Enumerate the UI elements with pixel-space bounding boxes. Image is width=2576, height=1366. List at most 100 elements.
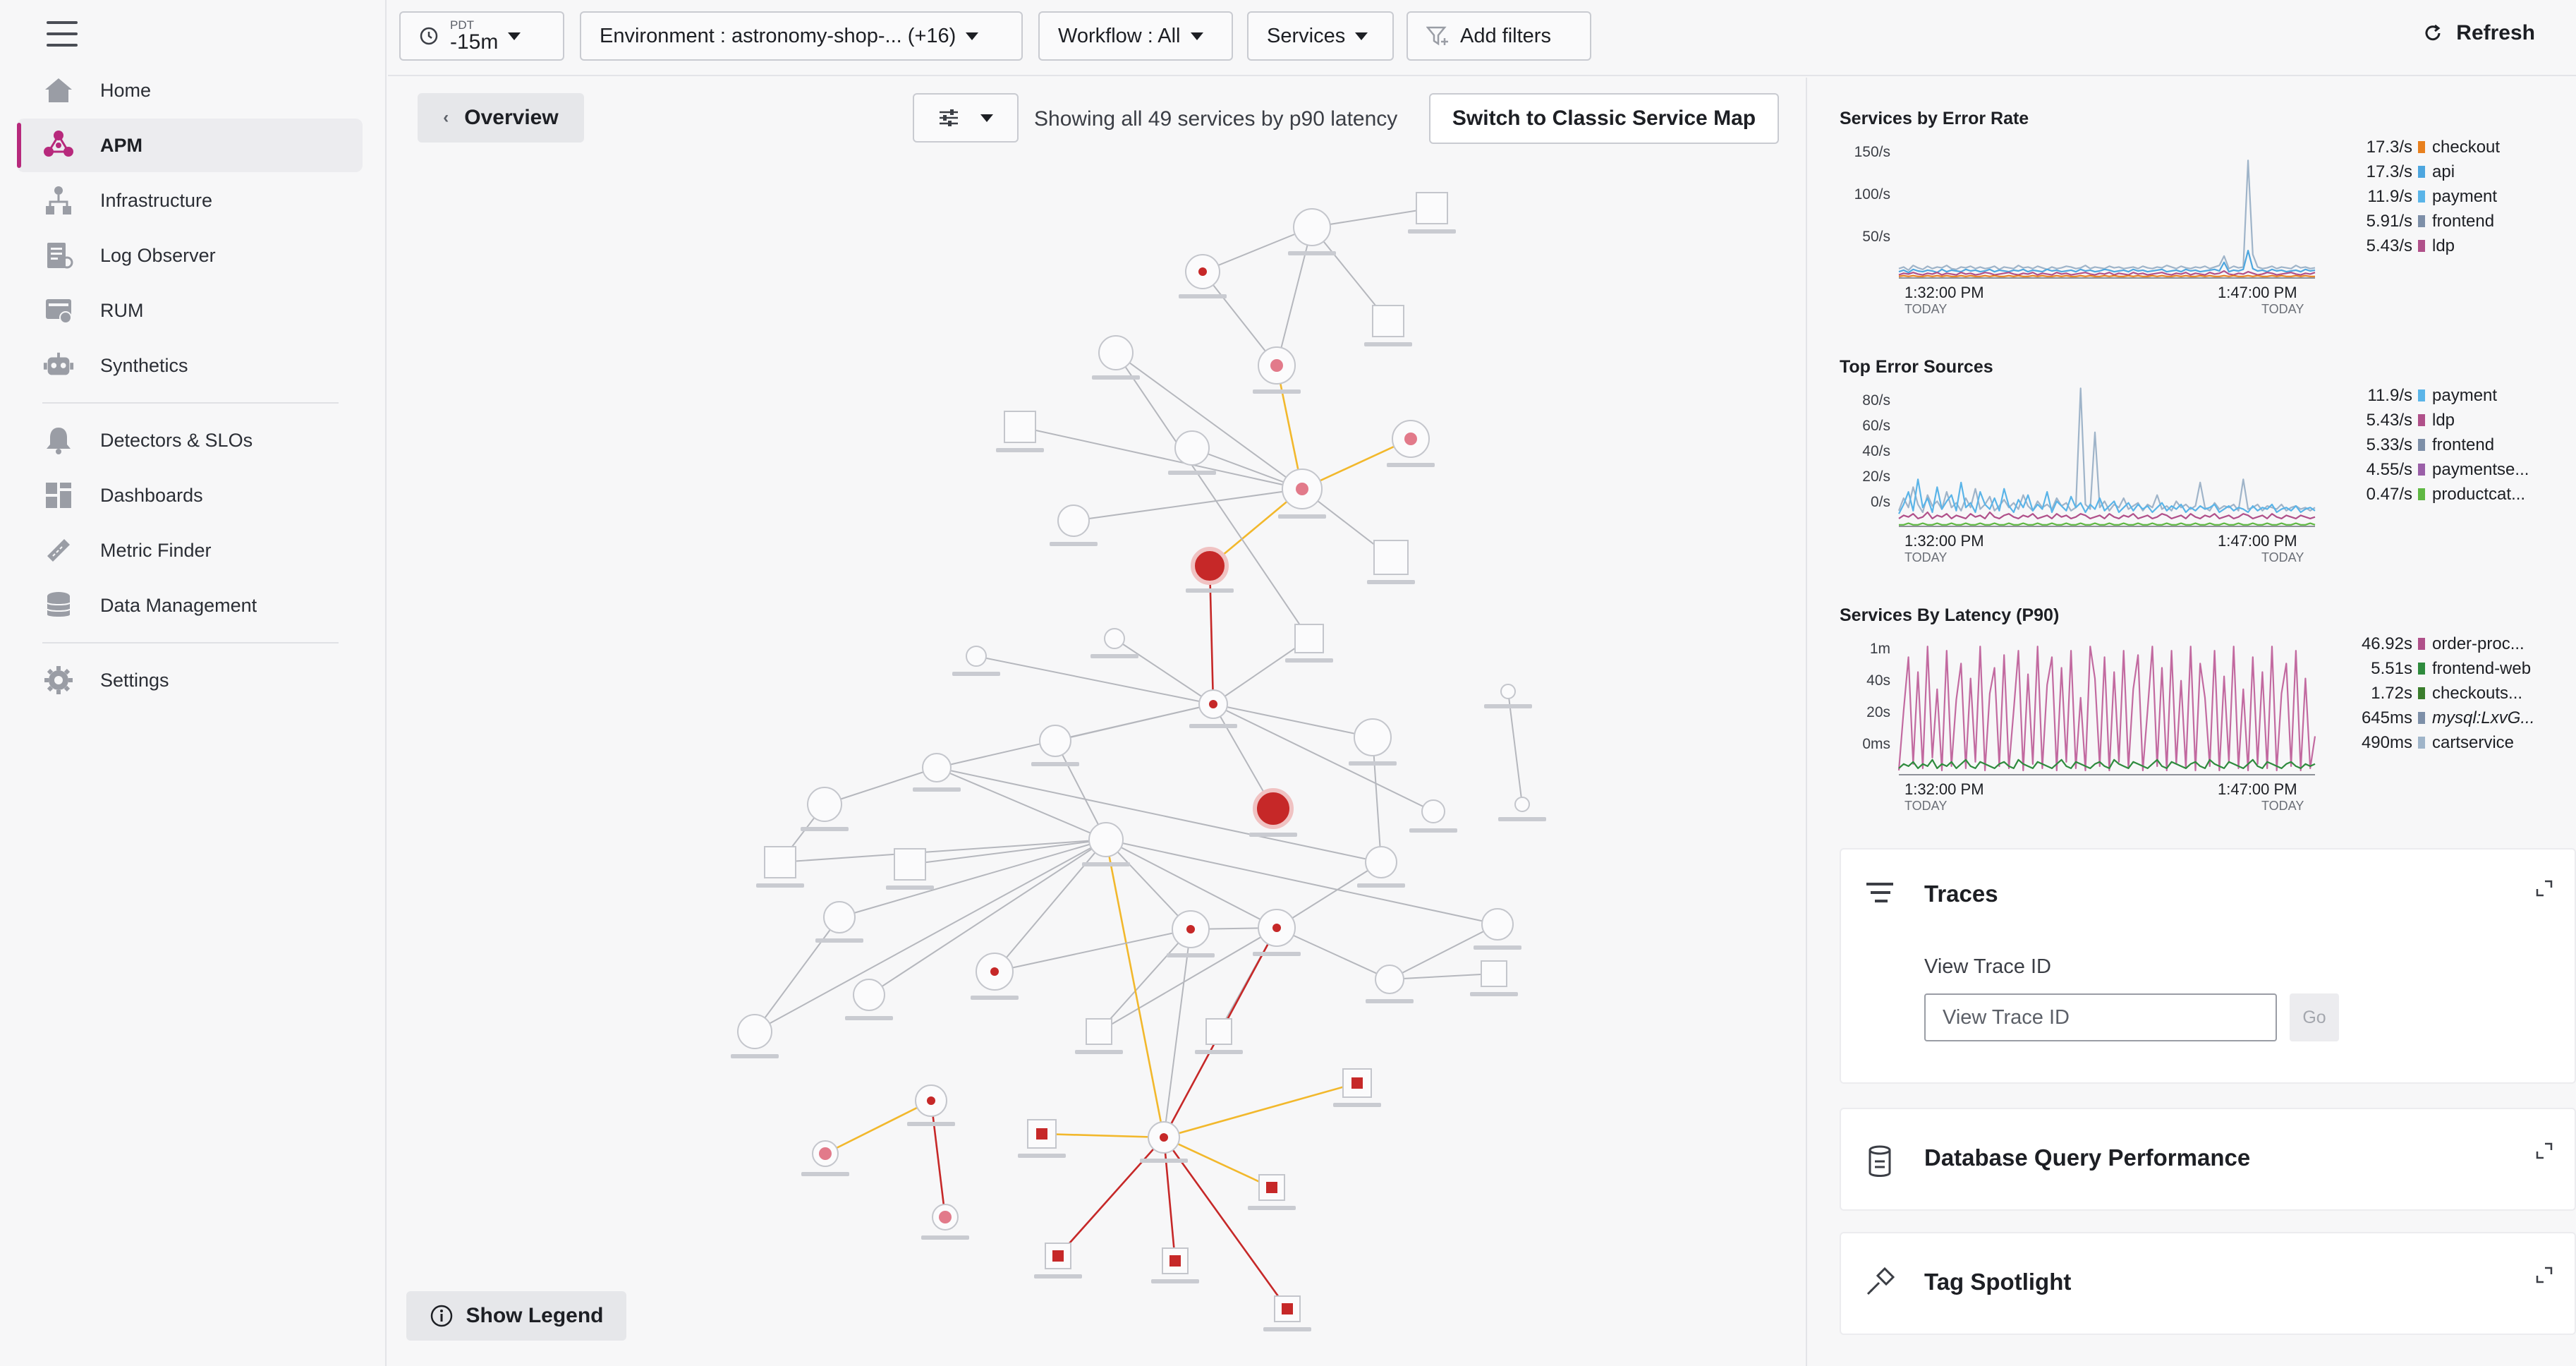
chart-error-rate: 150/s100/s50/s1:32:00 PMTODAY1:47:00 PMT…	[1854, 138, 2501, 316]
sidebar-item-label: RUM	[100, 299, 144, 321]
service-node-error-mark	[1209, 700, 1217, 708]
x-tick-sublabel: TODAY	[1904, 302, 1947, 316]
services-count-text: Showing all 49 services by p90 latency	[1034, 107, 1398, 131]
service-edge	[754, 917, 840, 1032]
legend-value: 5.51s	[2371, 659, 2412, 678]
sidebar-item-metric-finder[interactable]: Metric Finder	[17, 524, 363, 577]
service-node-label	[1090, 654, 1138, 658]
go-button[interactable]: Go	[2290, 993, 2339, 1041]
legend-name: checkouts...	[2432, 684, 2522, 703]
overview-button[interactable]: ‹ Overview	[418, 93, 584, 143]
service-node	[1481, 908, 1514, 941]
service-node-label	[1075, 1050, 1123, 1054]
sidebar-item-apm[interactable]: APM	[17, 119, 363, 172]
clock-icon	[420, 27, 438, 45]
chevron-down-icon	[1190, 32, 1203, 40]
x-tick-sublabel: TODAY	[1904, 799, 1947, 813]
service-node-label	[1050, 542, 1098, 546]
service-node-error-mark	[1036, 1128, 1047, 1140]
service-node-label	[996, 448, 1044, 452]
service-node-error-mark	[1186, 925, 1195, 933]
expand-icon[interactable]	[2535, 879, 2553, 897]
apm-icon	[42, 129, 75, 162]
legend-name: productcat...	[2432, 485, 2525, 504]
hamburger-menu-icon[interactable]	[47, 21, 78, 48]
workflow-filter-label: Workflow : All	[1058, 24, 1181, 47]
sidebar-item-dashboards[interactable]: Dashboards	[17, 469, 363, 522]
service-edge	[1163, 929, 1191, 1138]
sidebar-item-infrastructure[interactable]: Infrastructure	[17, 174, 363, 227]
x-tick-label: 1:32:00 PM	[1904, 532, 1984, 550]
service-node-label	[731, 1054, 779, 1058]
legend-name: payment	[2432, 386, 2497, 405]
service-node-label	[845, 1016, 893, 1020]
sidebar-item-data-management[interactable]: Data Management	[17, 579, 363, 632]
legend-swatch	[2418, 191, 2425, 203]
chevron-down-icon	[980, 114, 993, 122]
service-node-label	[1333, 1103, 1381, 1107]
service-node-error-mark	[927, 1096, 935, 1105]
database-query-card[interactable]: Database Query Performance	[1840, 1108, 2576, 1211]
legend-value: 5.43/s	[2367, 236, 2412, 255]
y-tick-label: 60/s	[1862, 418, 1890, 434]
sidebar-nav: Home APM Infrastructure Log Observer RUM…	[17, 64, 363, 708]
service-node-error-mark	[1266, 1182, 1277, 1193]
series-line	[1898, 159, 2316, 271]
legend-name: frontend-web	[2432, 659, 2531, 678]
service-node-label	[1288, 251, 1336, 255]
y-tick-label: 80/s	[1862, 392, 1890, 409]
sidebar-item-log-observer[interactable]: Log Observer	[17, 229, 363, 282]
legend-name: frontend	[2432, 435, 2494, 454]
list-icon	[1866, 883, 1893, 902]
services-filter[interactable]: Services	[1247, 11, 1394, 61]
y-tick-label: 0ms	[1862, 736, 1890, 752]
legend-name: ldp	[2432, 411, 2455, 430]
x-tick-sublabel: TODAY	[2261, 550, 2304, 564]
service-node	[1104, 628, 1125, 649]
database-icon	[42, 589, 75, 622]
tag-spotlight-card[interactable]: Tag Spotlight	[1840, 1232, 2576, 1335]
trace-id-input[interactable]	[1924, 993, 2277, 1041]
show-legend-label: Show Legend	[466, 1304, 604, 1327]
service-node	[1514, 797, 1530, 812]
sidebar-item-label: Data Management	[100, 594, 257, 616]
service-node-label	[907, 1122, 955, 1126]
sidebar-item-settings[interactable]: Settings	[17, 653, 363, 707]
sidebar-item-detectors[interactable]: Detectors & SLOs	[17, 413, 363, 467]
service-node	[737, 1014, 772, 1049]
service-node-label	[1349, 761, 1397, 766]
legend-name: cartservice	[2432, 733, 2514, 752]
service-node	[1375, 965, 1404, 994]
sidebar-item-home[interactable]: Home	[17, 64, 363, 117]
time-range-picker[interactable]: PDT -15m	[399, 11, 564, 61]
service-node-label	[1168, 471, 1216, 475]
service-node-database	[1205, 1018, 1232, 1045]
service-node-label	[1179, 294, 1227, 298]
service-edge	[1098, 929, 1191, 1032]
service-node	[1293, 208, 1331, 246]
switch-classic-map-button[interactable]: Switch to Classic Service Map	[1429, 93, 1779, 144]
add-filters-button[interactable]: Add filters	[1407, 11, 1591, 61]
sidebar-item-synthetics[interactable]: Synthetics	[17, 339, 363, 392]
traces-title: Traces	[1924, 881, 1998, 907]
service-node-label	[1484, 704, 1532, 708]
service-edge	[936, 767, 1107, 840]
expand-icon[interactable]	[2535, 1142, 2553, 1160]
environment-filter[interactable]: Environment : astronomy-shop-... (+16)	[580, 11, 1023, 61]
map-settings-dropdown[interactable]	[913, 93, 1019, 143]
legend-value: 5.91/s	[2367, 212, 2412, 231]
service-node-label	[1367, 580, 1415, 584]
sidebar-item-rum[interactable]: RUM	[17, 284, 363, 337]
service-edge	[1073, 488, 1303, 521]
workflow-filter[interactable]: Workflow : All	[1038, 11, 1233, 61]
sidebar-item-label: Home	[100, 79, 152, 101]
show-legend-button[interactable]: Show Legend	[406, 1291, 626, 1341]
right-panel: Services by Error Rate 150/s 100/s 50/s 1:3…	[1809, 78, 2576, 1366]
legend-value: 11.9/s	[2367, 386, 2412, 405]
expand-icon[interactable]	[2535, 1266, 2553, 1284]
legend-name: mysql:LxvG...	[2432, 708, 2534, 727]
tag-spotlight-icon	[1866, 1267, 1895, 1295]
info-icon	[430, 1305, 452, 1327]
service-node-label	[1018, 1154, 1066, 1158]
refresh-button[interactable]: Refresh	[2422, 21, 2535, 45]
